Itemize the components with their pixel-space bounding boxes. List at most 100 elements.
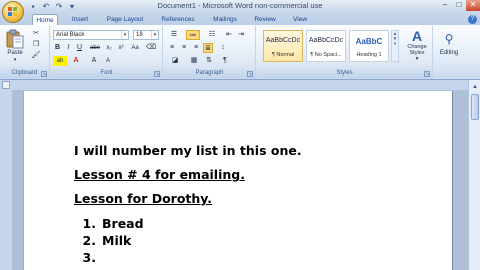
vertical-scrollbar[interactable]: ▲ — [468, 80, 480, 270]
save-icon[interactable]: ▪ — [28, 2, 38, 11]
change-styles-label: Change Styles — [407, 44, 427, 56]
list-item[interactable]: 3. — [82, 250, 102, 265]
font-group-label: Font — [51, 69, 162, 78]
styles-gallery-scroll[interactable]: ▲ ▼ ▾ — [391, 30, 399, 62]
minimize-button[interactable]: – — [438, 0, 452, 11]
style-normal[interactable]: AaBbCcDc ¶ Normal — [263, 30, 303, 62]
style-heading-1-sample: AaBbC — [355, 37, 383, 46]
align-right-icon[interactable]: ≡ — [191, 43, 201, 53]
subscript-button[interactable]: x₂ — [104, 43, 114, 53]
tab-view[interactable]: View — [288, 14, 312, 25]
editing-group: ⚲ Editing — [434, 26, 464, 78]
office-button[interactable] — [2, 1, 24, 23]
clipboard-launcher-icon[interactable]: ↘ — [41, 71, 47, 77]
doc-line-3[interactable]: Lesson for Dorothy. — [74, 191, 212, 206]
redo-icon[interactable]: ↷ — [54, 2, 64, 11]
paste-dropdown-icon[interactable]: ▾ — [2, 57, 28, 63]
scrollbar-thumb[interactable] — [471, 94, 479, 120]
increase-indent-icon[interactable]: ⇥ — [236, 30, 246, 40]
scroll-up-icon[interactable]: ▲ — [470, 82, 480, 92]
change-case-button[interactable]: Aa — [129, 43, 141, 53]
document-page[interactable]: I will number my list in this one. Lesso… — [24, 91, 452, 270]
grow-font-button[interactable]: A — [89, 56, 99, 66]
cut-icon[interactable]: ✂ — [31, 29, 41, 39]
style-no-spacing-name: ¶ No Spaci... — [310, 52, 342, 58]
styles-group: AaBbCcDc ¶ Normal AaBbCcDc ¶ No Spaci...… — [257, 26, 433, 78]
show-marks-button[interactable]: ¶ — [220, 56, 230, 66]
doc-line-1[interactable]: I will number my list in this one. — [74, 143, 302, 158]
close-button[interactable]: ✕ — [466, 0, 480, 11]
justify-icon[interactable]: ≣ — [203, 43, 213, 53]
tab-home[interactable]: Home — [32, 14, 58, 25]
paragraph-launcher-icon[interactable]: ↘ — [247, 71, 253, 77]
paragraph-group-label: Paragraph — [164, 69, 255, 78]
undo-icon[interactable]: ↶ — [41, 2, 51, 11]
font-family-combo[interactable]: Arial Black ▾ — [53, 30, 129, 40]
font-color-button[interactable]: A — [71, 56, 81, 66]
change-styles-dropdown-icon: ▾ — [415, 56, 419, 62]
decrease-indent-icon[interactable]: ⇤ — [224, 30, 234, 40]
underline-button[interactable]: U — [75, 43, 84, 53]
clear-formatting-icon[interactable]: ⌫ — [145, 43, 157, 53]
tab-mailings[interactable]: Mailings — [208, 14, 242, 25]
font-size-combo[interactable]: 18 ▾ — [133, 30, 159, 40]
align-left-icon[interactable]: ≡ — [167, 43, 177, 53]
highlight-button[interactable]: ab — [53, 56, 67, 66]
tab-references[interactable]: References — [156, 14, 200, 25]
window-controls: – □ ✕ — [438, 0, 480, 11]
tab-review[interactable]: Review — [251, 14, 279, 25]
styles-group-label: Styles — [257, 69, 432, 78]
list-item-text: Bread — [102, 216, 144, 231]
list-item-text: Milk — [102, 233, 132, 248]
strikethrough-button[interactable]: abe — [88, 43, 102, 53]
paste-button[interactable]: Paste — [2, 50, 28, 56]
paragraph-group: ☰ ≔ ☷ ⇤ ⇥ ≡ ≡ ≡ ≣ ↕ ◪ ▦ ⇅ ¶ Paragraph ↘ — [164, 26, 256, 78]
font-launcher-icon[interactable]: ↘ — [154, 71, 160, 77]
shrink-font-button[interactable]: A — [103, 56, 113, 66]
font-family-value: Arial Black — [56, 32, 85, 38]
italic-button[interactable]: I — [64, 43, 73, 53]
borders-icon[interactable]: ▦ — [188, 56, 200, 66]
line-spacing-icon[interactable]: ↕ — [217, 43, 229, 53]
ribbon: Paste ▾ ✂ ❐ 🖌 Clipboard ↘ Arial Black ▾ … — [0, 25, 480, 80]
binoculars-icon[interactable]: ⚲ — [440, 30, 458, 48]
paste-icon[interactable] — [6, 29, 24, 49]
multilevel-list-icon[interactable]: ☷ — [205, 30, 219, 40]
customize-qat-icon[interactable]: ▾ — [67, 2, 77, 11]
styles-launcher-icon[interactable]: ↘ — [424, 71, 430, 77]
style-heading-1-name: Heading 1 — [356, 52, 382, 58]
list-item[interactable]: 1. Bread — [82, 216, 144, 231]
sort-icon[interactable]: ⇅ — [204, 56, 214, 66]
numbering-icon[interactable]: ≔ — [186, 30, 200, 40]
clipboard-group: Paste ▾ ✂ ❐ 🖌 Clipboard ↘ — [0, 26, 50, 78]
font-size-value: 18 — [136, 32, 143, 38]
superscript-button[interactable]: x² — [116, 43, 126, 53]
quick-access-toolbar: ▪ ↶ ↷ ▾ — [28, 1, 77, 11]
format-painter-icon[interactable]: 🖌 — [31, 51, 41, 61]
copy-icon[interactable]: ❐ — [31, 40, 41, 50]
font-group: Arial Black ▾ 18 ▾ B I U abe x₂ x² Aa ⌫ … — [51, 26, 163, 78]
tab-page-layout[interactable]: Page Layout — [103, 14, 147, 25]
editing-button-label[interactable]: Editing — [434, 50, 464, 56]
chevron-down-icon[interactable]: ▾ — [151, 31, 158, 39]
style-heading-1[interactable]: AaBbC Heading 1 — [349, 30, 389, 62]
doc-line-2[interactable]: Lesson # 4 for emailing. — [74, 167, 245, 182]
change-styles-button[interactable]: A Change Styles ▾ — [402, 28, 432, 68]
office-logo-icon — [8, 7, 17, 16]
ruler-toggle-button[interactable] — [2, 81, 10, 89]
chevron-down-icon[interactable]: ▾ — [121, 31, 128, 39]
align-center-icon[interactable]: ≡ — [179, 43, 189, 53]
shading-icon[interactable]: ◪ — [169, 56, 181, 66]
style-normal-sample: AaBbCcDc — [265, 37, 301, 44]
bold-button[interactable]: B — [53, 43, 62, 53]
help-icon[interactable]: ? — [468, 15, 477, 24]
bullets-icon[interactable]: ☰ — [167, 30, 181, 40]
style-no-spacing[interactable]: AaBbCcDc ¶ No Spaci... — [306, 30, 346, 62]
list-number: 1. — [82, 216, 96, 231]
list-number: 3. — [82, 250, 96, 265]
list-item[interactable]: 2. Milk — [82, 233, 132, 248]
tab-insert[interactable]: Insert — [66, 14, 94, 25]
horizontal-ruler — [0, 80, 480, 90]
ribbon-tabs: Home Insert Page Layout References Maili… — [0, 12, 480, 25]
maximize-button[interactable]: □ — [452, 0, 466, 11]
